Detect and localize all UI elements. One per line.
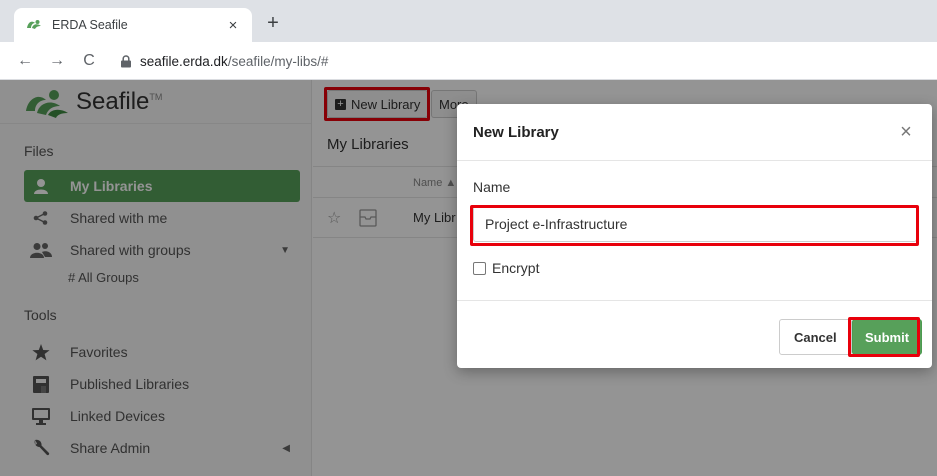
tab-title: ERDA Seafile bbox=[52, 18, 128, 32]
dialog-title: New Library bbox=[473, 123, 559, 141]
name-label: Name bbox=[473, 179, 511, 195]
dialog-header: New Library × bbox=[457, 104, 932, 161]
tab-close-icon[interactable]: × bbox=[224, 17, 242, 34]
url-host: seafile.erda.dk bbox=[140, 53, 228, 69]
encrypt-label: Encrypt bbox=[492, 260, 540, 276]
close-icon[interactable]: × bbox=[896, 121, 916, 144]
new-library-dialog: New Library × Name Encrypt Cancel Submit bbox=[457, 104, 932, 368]
forward-button[interactable]: → bbox=[44, 48, 70, 74]
cancel-button[interactable]: Cancel bbox=[779, 319, 852, 355]
dialog-footer: Cancel Submit bbox=[457, 300, 932, 368]
browser-tab[interactable]: ERDA Seafile × bbox=[14, 8, 252, 42]
new-tab-button[interactable]: + bbox=[260, 10, 286, 36]
url-path: /seafile/my-libs/# bbox=[227, 53, 329, 69]
browser-tabstrip: ERDA Seafile × + bbox=[0, 0, 937, 42]
reload-button[interactable]: C bbox=[76, 48, 102, 74]
browser-toolbar: ← → C seafile.erda.dk/seafile/my-libs/# bbox=[0, 42, 937, 80]
encrypt-checkbox[interactable] bbox=[473, 261, 486, 275]
address-bar[interactable]: seafile.erda.dk/seafile/my-libs/# bbox=[108, 48, 937, 74]
seafile-favicon-icon bbox=[27, 20, 41, 29]
encrypt-option[interactable]: Encrypt bbox=[473, 260, 539, 276]
lock-icon bbox=[121, 54, 131, 67]
library-name-input[interactable] bbox=[473, 206, 917, 242]
back-button[interactable]: ← bbox=[12, 48, 38, 74]
submit-button[interactable]: Submit bbox=[852, 319, 923, 355]
